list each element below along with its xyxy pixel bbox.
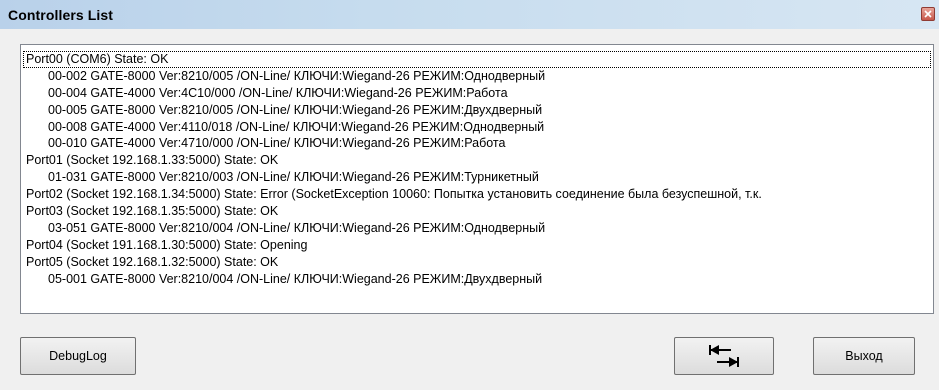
switch-button[interactable] — [674, 337, 774, 375]
controller-entry[interactable]: 01-031 GATE-8000 Ver:8210/003 /ON-Line/ … — [26, 169, 933, 186]
exit-button[interactable]: Выход — [813, 337, 915, 375]
close-button[interactable] — [921, 7, 935, 21]
controller-entry[interactable]: 05-001 GATE-8000 Ver:8210/004 /ON-Line/ … — [26, 271, 933, 288]
port-entry[interactable]: Port05 (Socket 192.168.1.32:5000) State:… — [26, 254, 933, 271]
controller-entry[interactable]: 00-010 GATE-4000 Ver:4710/000 /ON-Line/ … — [26, 135, 933, 152]
close-icon — [924, 10, 932, 18]
port-entry[interactable]: Port02 (Socket 192.168.1.34:5000) State:… — [26, 186, 933, 203]
debuglog-button[interactable]: DebugLog — [20, 337, 136, 375]
controllers-list-window: Controllers List Port00 (COM6) State: OK… — [0, 0, 939, 390]
window-title: Controllers List — [8, 7, 114, 23]
port-entry[interactable]: Port00 (COM6) State: OK — [23, 51, 931, 68]
controller-entry[interactable]: 03-051 GATE-8000 Ver:8210/004 /ON-Line/ … — [26, 220, 933, 237]
title-bar[interactable]: Controllers List — [0, 0, 939, 29]
controller-entry[interactable]: 00-004 GATE-4000 Ver:4C10/000 /ON-Line/ … — [26, 85, 933, 102]
controllers-listbox[interactable]: Port00 (COM6) State: OK 00-002 GATE-8000 … — [20, 44, 934, 314]
debuglog-button-label: DebugLog — [49, 349, 107, 363]
port-entry[interactable]: Port01 (Socket 192.168.1.33:5000) State:… — [26, 152, 933, 169]
controller-entry[interactable]: 00-002 GATE-8000 Ver:8210/005 /ON-Line/ … — [26, 68, 933, 85]
controllers-lines: Port00 (COM6) State: OK 00-002 GATE-8000 … — [23, 51, 933, 288]
controller-entry[interactable]: 00-008 GATE-4000 Ver:4110/018 /ON-Line/ … — [26, 119, 933, 136]
controller-entry[interactable]: 00-005 GATE-8000 Ver:8210/005 /ON-Line/ … — [26, 102, 933, 119]
exit-button-label: Выход — [845, 349, 883, 363]
port-entry[interactable]: Port03 (Socket 192.168.1.35:5000) State:… — [26, 203, 933, 220]
swap-arrows-icon — [709, 345, 739, 367]
port-entry[interactable]: Port04 (Socket 191.168.1.30:5000) State:… — [26, 237, 933, 254]
